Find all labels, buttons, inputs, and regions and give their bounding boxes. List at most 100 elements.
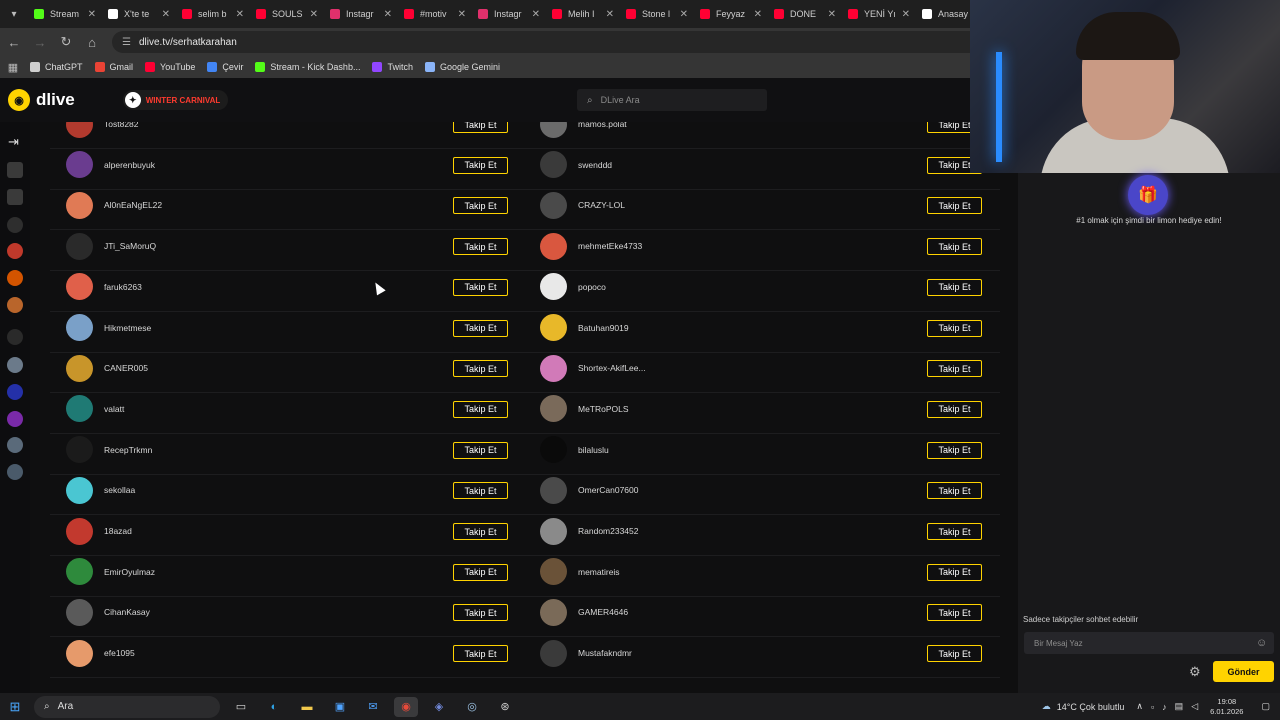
channel-avatar-2[interactable] (7, 270, 23, 286)
channel-avatar-6[interactable] (7, 411, 23, 427)
store-icon[interactable]: ▣ (328, 697, 352, 717)
browser-tab[interactable]: Melih I ✕ (546, 2, 620, 26)
follow-button[interactable]: Takip Et (453, 482, 508, 500)
follow-button[interactable]: Takip Et (453, 604, 508, 622)
chat-message-input[interactable]: Bir Mesaj Yaz (1024, 632, 1274, 654)
follower-left[interactable]: CANER005 (66, 354, 148, 382)
follower-right[interactable]: mematireis (540, 558, 620, 586)
channel-avatar-3[interactable] (7, 297, 23, 313)
winter-carnival-banner[interactable]: ✦ WINTER CARNIVAL (122, 90, 229, 110)
forward-icon[interactable]: → (28, 30, 52, 54)
chat-settings-gear-icon[interactable]: ⚙ (1189, 664, 1201, 680)
follower-right[interactable]: GAMER4646 (540, 598, 628, 626)
follower-left[interactable]: alperenbuyuk (66, 151, 155, 179)
follower-right[interactable]: popoco (540, 273, 606, 301)
clock[interactable]: 19:08 6.01.2026 (1210, 697, 1243, 717)
follow-button[interactable]: Takip Et (927, 400, 982, 418)
bookmark-item[interactable]: ChatGPT (30, 62, 83, 72)
follower-right[interactable]: CRAZY-LOL (540, 191, 625, 219)
channel-avatar-7[interactable] (7, 437, 23, 453)
follow-button[interactable]: Takip Et (927, 197, 982, 215)
follow-button[interactable]: Takip Et (927, 360, 982, 378)
follow-button[interactable]: Takip Et (453, 441, 508, 459)
tab-close-icon[interactable]: ✕ (680, 9, 688, 20)
bookmark-item[interactable]: Çevir (207, 62, 243, 72)
channel-avatar-1[interactable] (7, 243, 23, 259)
dlive-logo[interactable]: ◉ dlive (8, 89, 75, 111)
mail-icon[interactable]: ✉ (361, 697, 385, 717)
tab-list-icon[interactable]: ▾ (0, 0, 28, 28)
tab-close-icon[interactable]: ✕ (828, 9, 836, 20)
browser-tab[interactable]: Instagr ✕ (324, 2, 398, 26)
tab-close-icon[interactable]: ✕ (902, 9, 910, 20)
browser-tab[interactable]: selim b ✕ (176, 2, 250, 26)
follow-button[interactable]: Takip Et (453, 523, 508, 540)
steam-icon[interactable]: ◎ (460, 697, 484, 717)
follow-button[interactable]: Takip Et (927, 278, 982, 296)
home-icon[interactable]: ⌂ (80, 30, 104, 54)
follower-left[interactable]: valatt (66, 395, 124, 423)
bookmark-item[interactable]: YouTube (145, 62, 195, 72)
taskbar-search[interactable]: ⌕ Ara (34, 695, 220, 718)
follower-left[interactable]: RecepTrkmn (66, 436, 152, 464)
follow-button[interactable]: Takip Et (453, 197, 508, 215)
follow-button[interactable]: Takip Et (453, 645, 508, 663)
tab-close-icon[interactable]: ✕ (606, 9, 614, 20)
browser-tab[interactable]: Stream ✕ (28, 2, 102, 26)
tab-close-icon[interactable]: ✕ (310, 9, 318, 20)
expand-sidebar-icon[interactable]: ⇥ (8, 134, 19, 150)
follower-left[interactable]: EmirOyulmaz (66, 558, 155, 586)
follower-right[interactable]: Random233452 (540, 517, 639, 545)
bookmark-item[interactable]: Google Gemini (424, 62, 500, 72)
follower-left[interactable]: efe1095 (66, 639, 135, 667)
channel-avatar-4[interactable] (7, 357, 23, 373)
follow-button[interactable]: Takip Et (927, 319, 982, 337)
follow-button[interactable]: Takip Et (453, 319, 508, 337)
microphone-icon[interactable]: ♪ (1162, 702, 1167, 712)
discord-icon[interactable]: ◈ (427, 697, 451, 717)
follower-left[interactable]: CihanKasay (66, 598, 150, 626)
reload-icon[interactable]: ↻ (54, 30, 78, 54)
follower-right[interactable]: swenddd (540, 151, 612, 179)
follow-button[interactable]: Takip Et (453, 156, 508, 174)
browser-tab[interactable]: Stone l ✕ (620, 2, 694, 26)
home-nav-icon[interactable] (7, 162, 23, 178)
tray-chevron-icon[interactable]: ∧ (1136, 701, 1143, 712)
back-icon[interactable]: ← (2, 30, 26, 54)
browser-tab[interactable]: Instagr ✕ (472, 2, 546, 26)
follower-left[interactable]: 18azad (66, 517, 132, 545)
browser-tab[interactable]: SOULS ✕ (250, 2, 324, 26)
search-input[interactable]: ⌕ DLive Ara (577, 89, 767, 111)
bookmark-item[interactable]: Gmail (94, 62, 133, 72)
follow-button[interactable]: Takip Et (453, 400, 508, 418)
browser-tab[interactable]: Feyyaz ✕ (694, 2, 768, 26)
follow-button[interactable]: Takip Et (453, 122, 508, 133)
follower-left[interactable]: faruk6263 (66, 273, 142, 301)
site-info-icon[interactable]: ☰ (122, 37, 131, 48)
address-bar[interactable]: ☰ dlive.tv/serhatkarahan (112, 31, 1012, 53)
bookmark-item[interactable]: Stream - Kick Dashb... (255, 62, 360, 72)
bookmark-item[interactable]: Twitch (372, 62, 413, 72)
follower-right[interactable]: MeTRoPOLS (540, 395, 629, 423)
tray-app-icon[interactable]: ▫ (1151, 702, 1154, 712)
follower-left[interactable]: JTi_SaMoruQ (66, 232, 156, 260)
follow-button[interactable]: Takip Et (453, 278, 508, 296)
windows-start-icon[interactable]: ⊞ (0, 699, 30, 715)
tab-close-icon[interactable]: ✕ (532, 9, 540, 20)
lemon-gift-badge[interactable]: 🎁 (1128, 175, 1168, 215)
follow-button[interactable]: Takip Et (453, 563, 508, 581)
browser-tab[interactable]: YENİ Yı ✕ (842, 2, 916, 26)
channel-avatar-5[interactable] (7, 384, 23, 400)
network-icon[interactable]: ▤ (1175, 701, 1184, 712)
follow-button[interactable]: Takip Et (453, 238, 508, 256)
edge-icon[interactable]: ◐ (262, 697, 286, 717)
follow-button[interactable]: Takip Et (927, 563, 982, 581)
follow-button[interactable]: Takip Et (927, 238, 982, 256)
send-button[interactable]: Gönder (1213, 661, 1274, 682)
task-view-icon[interactable]: ▭ (229, 697, 253, 717)
channel-avatar-8[interactable] (7, 464, 23, 480)
follower-right[interactable]: Shortex-AkifLee... (540, 354, 646, 382)
chrome-icon[interactable]: ◉ (394, 696, 418, 717)
volume-icon[interactable]: ◁ (1191, 701, 1198, 712)
follow-button[interactable]: Takip Et (927, 523, 982, 540)
